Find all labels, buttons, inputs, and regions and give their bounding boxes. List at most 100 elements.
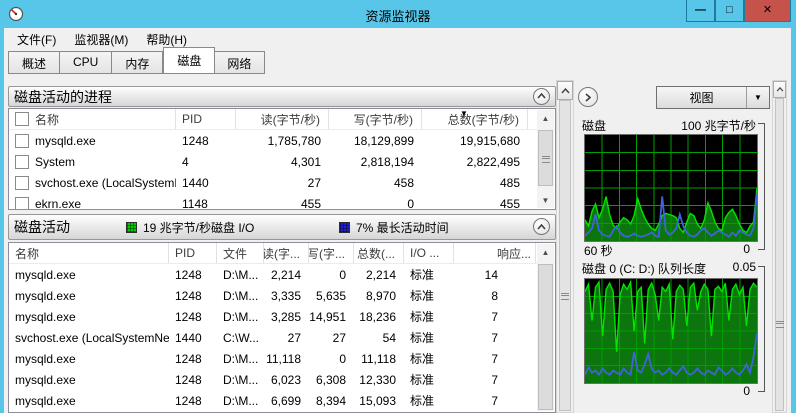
cell-text: 1248 [175,289,202,303]
column-header-label: 总数(... [357,245,395,262]
activity-panel-header[interactable]: 磁盘活动 19 兆字节/秒磁盘 I/O 7% 最长活动时间 [8,214,556,240]
cell-text: 7 [491,352,498,366]
column-header-6[interactable]: 总数(... [354,243,404,263]
table-cell: 1,785,780 [236,134,329,148]
column-header-4[interactable]: 写(字节/秒) [329,109,422,129]
column-header-5[interactable]: 写(字... [309,243,354,263]
row-checkbox[interactable] [15,155,29,169]
table-cell: 14 [454,268,536,282]
left-pane-scrollbar[interactable] [556,80,574,413]
table-cell: 标准 [404,266,454,283]
grip-icon [776,321,784,328]
processes-table-header: 名称PID读(字节/秒)写(字节/秒)总数(字节/秒) [9,109,555,130]
scroll-down-icon[interactable]: ▼ [537,192,554,208]
scrollbar-thumb[interactable] [538,130,553,186]
row-checkbox[interactable] [15,197,29,211]
column-header-2[interactable]: PID [176,109,236,129]
table-row[interactable]: mysqld.exe1248D:\M...3,3355,6358,970标准8 [9,285,555,306]
table-cell: 3,285 [264,310,309,324]
table-row[interactable]: mysqld.exe1248D:\M...6,6998,39415,093标准7 [9,390,555,411]
column-header-8[interactable]: 响应... [454,243,536,263]
scroll-up-icon[interactable] [773,81,786,98]
maximize-button[interactable]: □ [715,0,744,22]
activity-table-scrollbar[interactable]: ▲ [537,244,554,411]
table-row[interactable]: svchost.exe (LocalSystemN...144027458485 [9,172,555,193]
column-header-3[interactable]: 读(字节/秒) [236,109,329,129]
table-cell: 5,635 [309,289,354,303]
cell-text: 1248 [175,373,202,387]
table-cell: mysqld.exe [9,134,176,148]
table-row[interactable]: mysqld.exe1248D:\M...3,28514,95118,236标准… [9,306,555,327]
row-checkbox[interactable] [15,134,29,148]
cell-text: D:\M... [223,289,258,303]
table-cell: 标准 [404,287,454,304]
minimize-button[interactable]: — [686,0,715,22]
processes-table-scrollbar[interactable]: ▲ ▼ [537,110,554,208]
column-header-1[interactable]: 名称 [9,109,176,129]
cell-text: 标准 [410,373,434,387]
collapse-activity-button[interactable] [533,218,550,235]
table-cell: 1248 [176,134,236,148]
menu-item[interactable]: 监视器(M) [65,29,137,50]
cell-text: 14 [485,268,498,282]
disk-queue-chart [584,278,758,384]
dropdown-arrow-icon[interactable]: ▼ [746,87,769,108]
scrollbar-thumb[interactable] [538,264,553,410]
table-cell: 18,129,899 [329,134,422,148]
tab-内存[interactable]: 内存 [112,51,163,74]
cell-text: 485 [500,176,520,190]
table-cell: 458 [329,176,422,190]
table-row[interactable]: mysqld.exe 12481,785,78018,129,89919,915,… [9,130,555,151]
column-header-1[interactable]: 名称 [9,243,169,263]
table-cell: 54 [354,331,404,345]
row-checkbox[interactable] [15,176,29,190]
cell-text: 1440 [182,176,209,190]
scroll-up-icon[interactable] [557,81,573,100]
chart2-title: 磁盘 0 (C: D:) 队列长度 [582,260,706,277]
table-row[interactable]: mysqld.exe1248D:\M...2,21402,214标准14 [9,264,555,285]
column-header-2[interactable]: PID [169,243,217,263]
column-header-7[interactable]: I/O ... [404,243,454,263]
processes-panel-header[interactable]: 磁盘活动的进程 [8,86,556,107]
table-cell: mysqld.exe [9,373,169,387]
scrollbar-thumb[interactable] [775,98,784,411]
close-button[interactable]: ✕ [744,0,791,22]
chart-pane-scrollbar[interactable] [772,80,787,413]
chevron-up-icon [537,224,546,230]
cell-text: 458 [394,176,414,190]
table-row[interactable]: mysqld.exe1248D:\M...6,0236,30812,330标准7 [9,369,555,390]
table-row[interactable]: ekrn.exe11484550455 [9,193,555,210]
cell-text: 27 [308,176,321,190]
cell-text: 2,822,495 [467,155,520,169]
menu-item[interactable]: 文件(F) [8,29,65,50]
tab-网络[interactable]: 网络 [214,51,265,74]
cell-text: 0 [339,268,346,282]
scroll-up-icon[interactable]: ▲ [537,244,554,260]
tab-磁盘[interactable]: 磁盘 [163,47,215,74]
column-header-5[interactable]: 总数(字节/秒) [422,109,528,129]
cell-text: mysqld.exe [35,134,96,148]
chart1-title-row: 磁盘 100 兆字节/秒 [582,117,756,134]
cell-text: 1248 [175,352,202,366]
collapse-processes-button[interactable] [533,88,550,105]
cell-text: 1248 [175,310,202,324]
select-all-checkbox[interactable] [15,112,29,126]
cell-text: 7 [491,310,498,324]
cell-text: 0 [407,197,414,211]
expand-charts-button[interactable] [578,87,598,107]
table-row[interactable]: svchost.exe (LocalSystemNet...1440C:\W..… [9,327,555,348]
table-row[interactable]: System44,3012,818,1942,822,495 [9,151,555,172]
tab-概述[interactable]: 概述 [8,51,60,74]
scroll-up-icon[interactable]: ▲ [537,110,554,126]
view-button[interactable]: 视图 ▼ [656,86,770,109]
column-header-4[interactable]: 读(字... [264,243,309,263]
tab-CPU[interactable]: CPU [60,51,112,74]
table-cell: 标准 [404,392,454,409]
table-cell: 19,915,680 [422,134,528,148]
cell-text: mysqld.exe [15,394,76,408]
column-header-3[interactable]: 文件 [217,243,264,263]
menu-bar: 文件(F)监视器(M)帮助(H) [4,28,791,50]
scrollbar-thumb[interactable] [559,100,571,411]
chart2-footer: 0 [584,384,750,398]
table-row[interactable]: mysqld.exe1248D:\M...11,118011,118标准7 [9,348,555,369]
